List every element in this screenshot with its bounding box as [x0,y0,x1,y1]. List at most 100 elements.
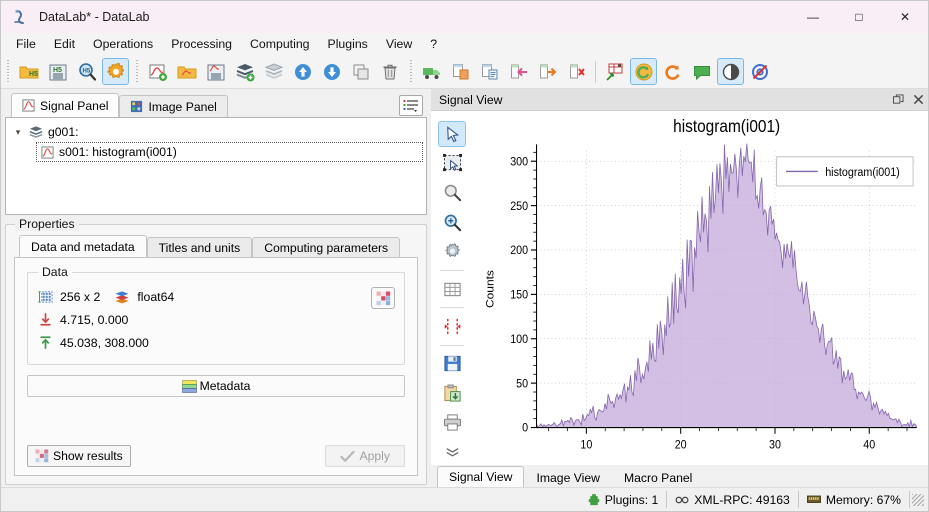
tab-image-panel[interactable]: Image Panel [119,95,228,117]
tree-item-s001[interactable]: s001: histogram(i001) [36,142,423,162]
plot-toolbar-separator [440,269,464,271]
plot-options-button[interactable] [601,58,628,85]
tool-more[interactable] [438,439,466,465]
tab-signal-view[interactable]: Signal View [437,466,525,487]
contrast-button[interactable] [717,58,744,85]
menu-operations[interactable]: Operations [84,35,162,53]
tool-copy-plot[interactable] [438,380,466,406]
tool-x-cursor[interactable] [438,313,466,339]
histogram-plot[interactable]: 0 50 100 150 200 250 300 10 20 30 40 histogram(i001… [473,111,928,465]
copy-page-button[interactable] [447,58,474,85]
svg-text:250: 250 [510,200,528,213]
dock-close-button[interactable] [908,90,928,110]
metadata-icon [181,379,197,393]
min-row: 4.715, 0.000 [38,308,394,331]
new-signal-button[interactable] [144,58,171,85]
layers-add-icon [235,62,255,82]
delete-button[interactable] [376,58,403,85]
group-button[interactable] [260,58,287,85]
arrow-down-red-icon [38,312,53,327]
save-signal-button[interactable] [202,58,229,85]
paste-page-button[interactable] [476,58,503,85]
open-signal-button[interactable] [173,58,200,85]
signal-icon [22,99,35,112]
move-down-button[interactable] [318,58,345,85]
menu-view[interactable]: View [377,35,421,53]
plot-toolbar [431,111,473,465]
signal-tree[interactable]: ▾ g001: s001: histogram(i001) [5,117,427,215]
import-button[interactable] [418,58,445,85]
browse-hdf5-button[interactable]: H5 [73,58,100,85]
refresh-circle-icon [634,62,654,82]
tool-save-plot[interactable] [438,350,466,376]
insert-after-button[interactable] [534,58,561,85]
tab-data-and-metadata[interactable]: Data and metadata [19,235,147,257]
save-hdf5-button[interactable]: H5 [44,58,71,85]
svg-text:H5: H5 [82,68,90,74]
tool-zoom-out[interactable] [438,180,466,206]
auto-refresh-button[interactable] [630,58,657,85]
metadata-button[interactable]: Metadata [27,375,405,397]
data-shape-value: 256 x 2 [60,289,101,304]
toolbar-grip[interactable] [5,59,12,84]
tree-group-row[interactable]: ▾ g001: [6,122,426,142]
duplicate-button[interactable] [347,58,374,85]
move-up-button[interactable] [289,58,316,85]
dock-float-button[interactable] [888,90,908,110]
remove-page-button[interactable] [563,58,590,85]
svg-text:Counts: Counts [485,270,496,308]
chevron-down-icon[interactable]: ▾ [12,127,24,138]
svg-text:histogram(i001): histogram(i001) [825,167,900,180]
menu-bar: File Edit Operations Processing Computin… [1,33,928,55]
new-group-button[interactable] [231,58,258,85]
annotations-button[interactable] [688,58,715,85]
no-target-button[interactable] [746,58,773,85]
show-results-label: Show results [53,449,123,463]
main-toolbar: H5 H5 H5 [1,55,928,89]
window-title: DataLab* - DataLab [39,10,150,24]
panel-options-button[interactable] [399,95,423,116]
toolbar-grip-2[interactable] [134,59,141,84]
tool-item-settings[interactable] [438,239,466,265]
toolbar-grip-3[interactable] [408,59,415,84]
tab-image-view[interactable]: Image View [524,467,611,487]
minimize-button[interactable]: — [790,1,836,33]
menu-edit[interactable]: Edit [45,35,84,53]
layers-color-icon [114,289,130,305]
refresh-button[interactable] [659,58,686,85]
tool-print-plot[interactable] [438,409,466,435]
menu-file[interactable]: File [7,35,45,53]
tab-signal-panel[interactable]: Signal Panel [11,93,120,117]
tab-macro-panel[interactable]: Macro Panel [612,467,704,487]
tool-grid[interactable] [438,276,466,302]
open-hdf5-button[interactable]: H5 [15,58,42,85]
plot-canvas[interactable]: 0 50 100 150 200 250 300 10 20 30 40 histogram(i001… [473,111,928,465]
datalab-logo-icon [11,7,31,27]
settings-button[interactable] [102,58,129,85]
tool-rect-selection[interactable] [438,150,466,176]
svg-text:150: 150 [510,289,528,302]
tool-select-pointer[interactable] [438,121,466,148]
metadata-button-label: Metadata [199,379,251,393]
menu-computing[interactable]: Computing [241,35,318,53]
plot-area: 0 50 100 150 200 250 300 10 20 30 40 histogram(i001… [431,111,928,465]
arrow-up-circle-icon [293,62,313,82]
status-memory-label: Memory: 67% [825,492,901,507]
menu-processing[interactable]: Processing [162,35,241,53]
tab-computing-parameters[interactable]: Computing parameters [252,237,401,257]
show-results-button[interactable]: Show results [27,445,131,467]
menu-help[interactable]: ? [421,35,446,53]
insert-before-button[interactable] [505,58,532,85]
palette-button[interactable] [371,287,395,309]
tab-titles-and-units[interactable]: Titles and units [146,237,253,257]
tool-zoom-in[interactable] [438,209,466,235]
folder-h5-icon: H5 [19,62,39,82]
svg-text:100: 100 [510,333,528,346]
menu-plugins[interactable]: Plugins [319,35,377,53]
close-button[interactable]: ✕ [882,1,928,33]
apply-button[interactable]: Apply [324,445,405,467]
maximize-button[interactable]: □ [836,1,882,33]
folder-signal-icon [177,62,197,82]
resize-grip[interactable] [912,493,924,506]
remove-cross-icon [567,62,587,82]
